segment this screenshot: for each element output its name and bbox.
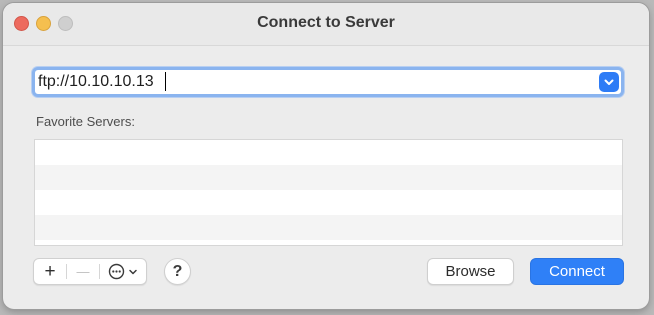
help-button[interactable]: ? <box>164 258 191 285</box>
server-address-field[interactable] <box>32 67 624 97</box>
action-menu-button[interactable] <box>100 259 146 284</box>
favorite-servers-label: Favorite Servers: <box>36 114 135 129</box>
chevron-down-icon <box>129 269 137 274</box>
ellipsis-circle-icon <box>108 263 125 280</box>
title-bar: Connect to Server <box>3 3 649 46</box>
list-row <box>35 190 622 215</box>
list-row <box>35 140 622 165</box>
recent-servers-dropdown-button[interactable] <box>599 72 619 92</box>
remove-symbol: — <box>76 264 90 279</box>
window-title: Connect to Server <box>257 14 395 31</box>
list-row <box>35 165 622 190</box>
connect-button[interactable]: Connect <box>530 258 624 285</box>
browse-button[interactable]: Browse <box>427 258 514 285</box>
connect-to-server-window: Connect to Server Favorite Servers: + — <box>3 3 649 309</box>
remove-favorite-button[interactable]: — <box>67 259 99 284</box>
server-address-input[interactable] <box>38 71 594 93</box>
list-row <box>35 215 622 240</box>
chevron-down-icon <box>604 79 614 85</box>
text-caret <box>165 72 166 91</box>
add-symbol: + <box>44 260 56 282</box>
favorites-segmented-control: + — <box>33 258 147 285</box>
favorite-servers-list[interactable] <box>34 139 623 246</box>
add-favorite-button[interactable]: + <box>34 259 66 284</box>
